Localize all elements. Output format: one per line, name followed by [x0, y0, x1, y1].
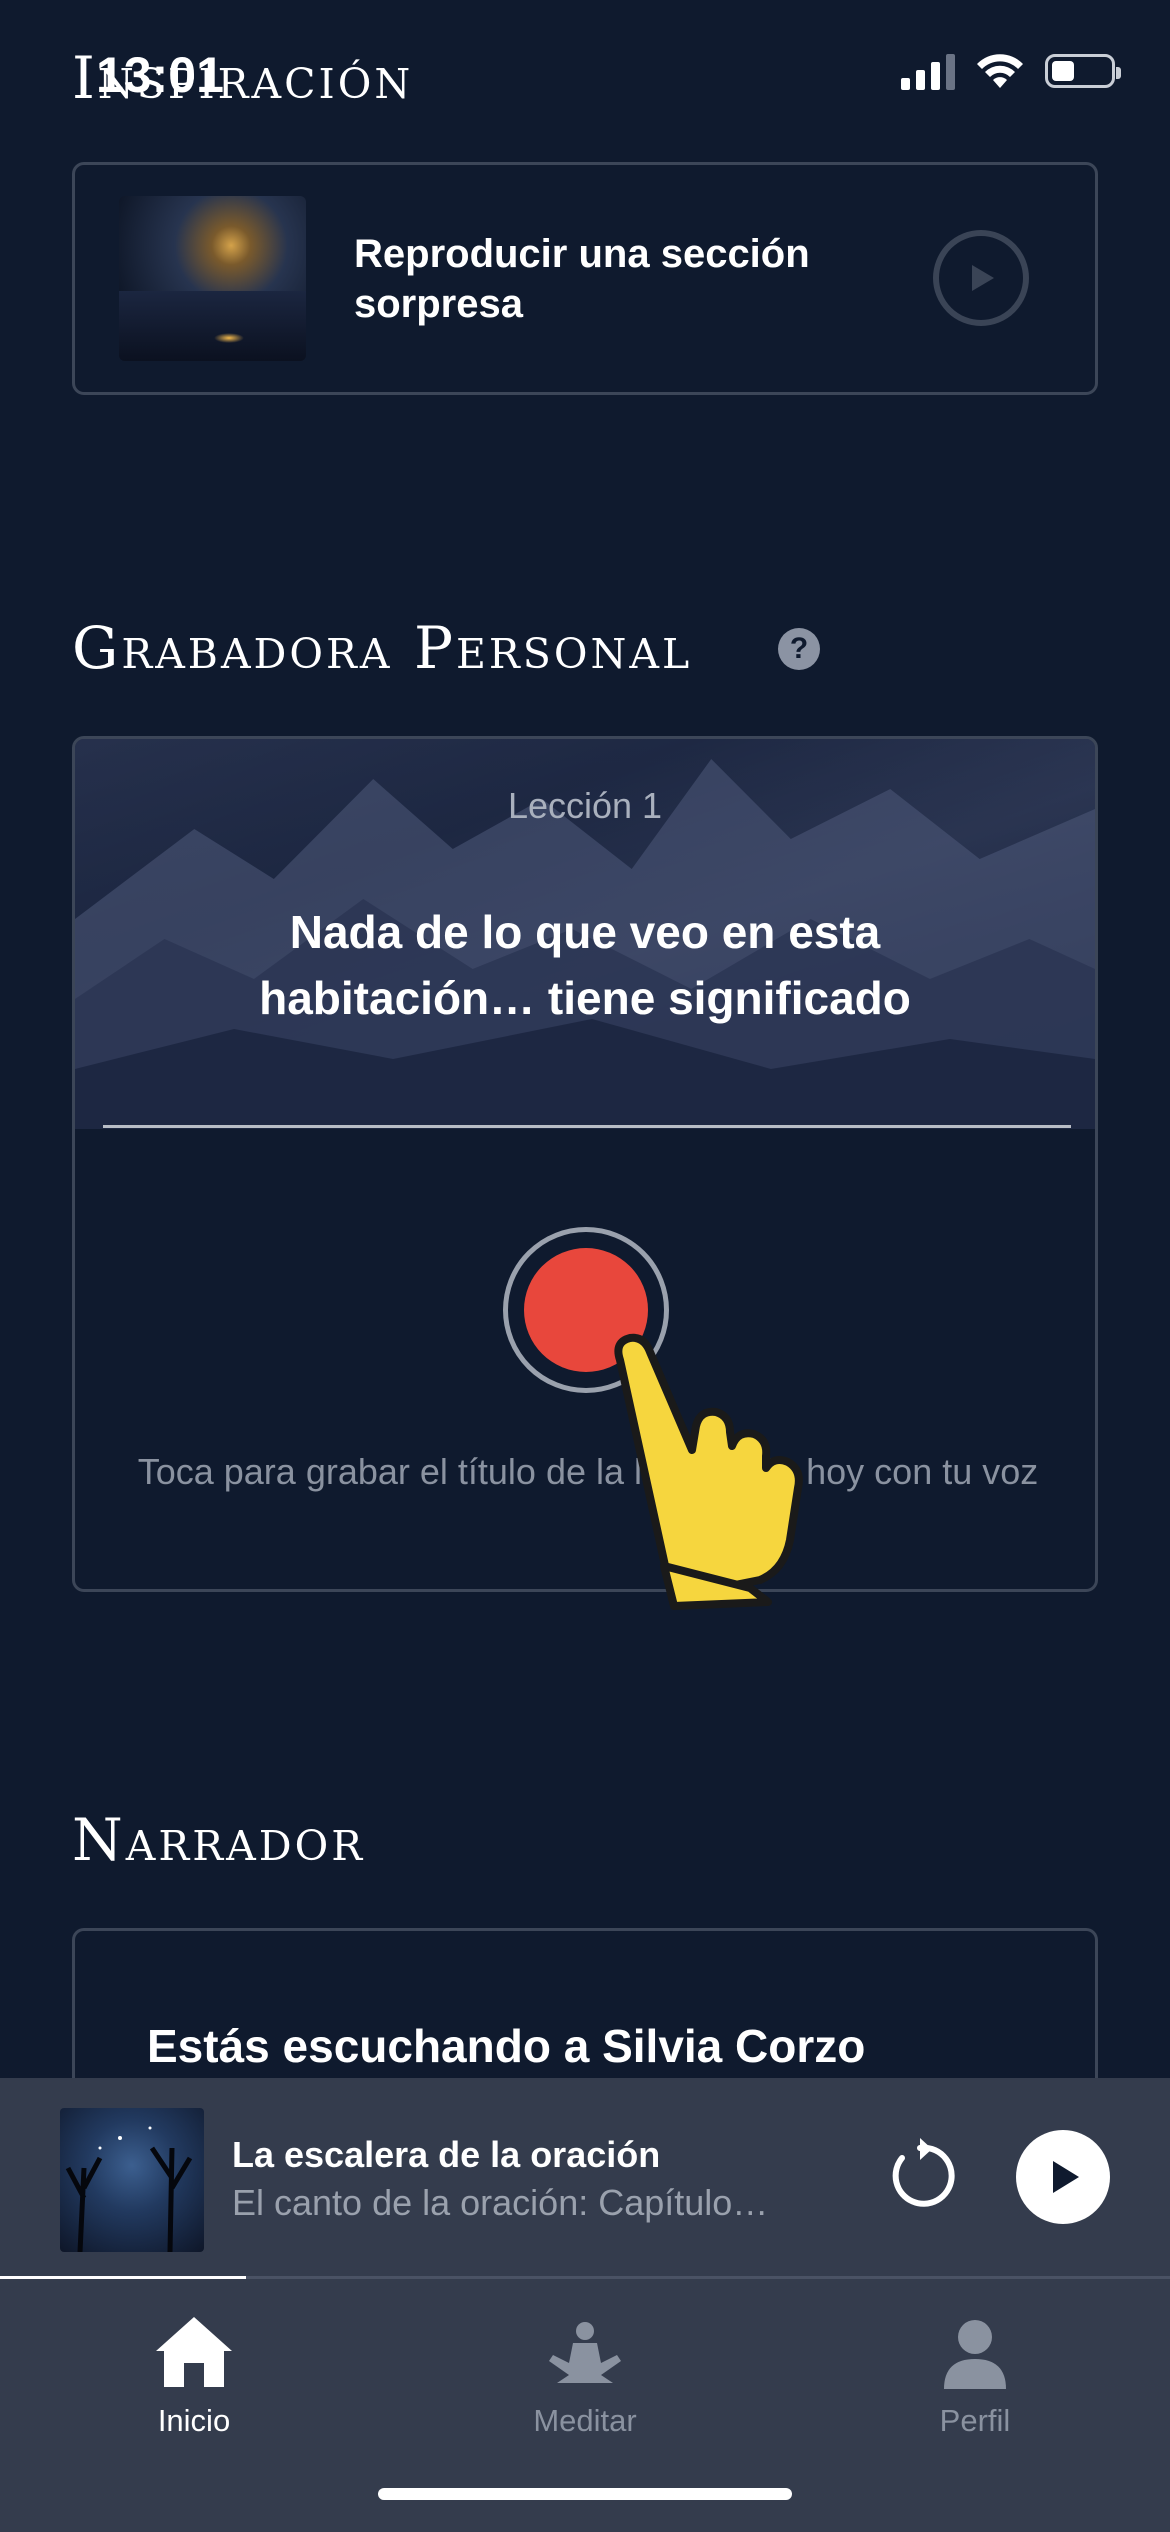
play-icon	[972, 265, 994, 291]
surprise-thumbnail	[119, 196, 306, 361]
mini-player-title: La escalera de la oración	[232, 2134, 661, 2175]
tab-perfil[interactable]: Perfil	[875, 2305, 1075, 2439]
replay-icon[interactable]	[880, 2136, 960, 2216]
pointing-hand-icon	[614, 1333, 803, 1610]
help-icon[interactable]: ?	[778, 628, 820, 670]
play-icon	[1053, 2161, 1079, 2193]
status-icons	[901, 52, 1121, 90]
mini-player[interactable]: La escalera de la oración El canto de la…	[0, 2078, 1170, 2278]
home-indicator	[378, 2488, 792, 2500]
mini-player-artwork	[60, 2108, 204, 2252]
status-time: 13:01	[96, 47, 224, 103]
narrator-section-title: Narrador	[72, 1806, 366, 1874]
battery-icon	[1045, 54, 1121, 88]
tab-label: Inicio	[157, 2403, 231, 2438]
divider	[103, 1125, 1071, 1128]
lesson-banner: Lección 1 Nada de lo que veo en esta hab…	[75, 739, 1095, 1129]
recorder-card: Lección 1 Nada de lo que veo en esta hab…	[72, 736, 1098, 1592]
status-bar: Inspiración 13:01	[0, 0, 1170, 150]
tab-label: Perfil	[939, 2403, 1011, 2438]
tab-label: Meditar	[533, 2403, 637, 2438]
surprise-play-button[interactable]	[933, 230, 1029, 326]
recorder-section-title: Grabadora Personal	[72, 614, 693, 682]
wifi-icon	[977, 54, 1023, 88]
surprise-label: Reproducir una sección sorpresa	[354, 231, 810, 326]
record-hint: Toca para grabar el título de la lección…	[137, 1451, 1039, 1492]
home-icon	[156, 2317, 232, 2387]
lesson-number: Lección 1	[507, 785, 663, 826]
surprise-session-card[interactable]: Reproducir una sección sorpresa	[72, 162, 1098, 395]
tab-meditar[interactable]: Meditar	[485, 2305, 685, 2439]
mini-player-play-button[interactable]	[1016, 2130, 1110, 2224]
lesson-title: Nada de lo que veo en esta habitación… t…	[259, 906, 911, 1024]
profile-icon	[944, 2320, 1006, 2389]
narrator-text: Estás escuchando a Silvia Corzo	[147, 2020, 866, 2072]
mini-player-subtitle: El canto de la oración: Capítulo…	[232, 2182, 769, 2223]
signal-icon	[901, 52, 955, 90]
tab-inicio[interactable]: Inicio	[94, 2305, 294, 2439]
meditate-icon	[549, 2322, 621, 2383]
